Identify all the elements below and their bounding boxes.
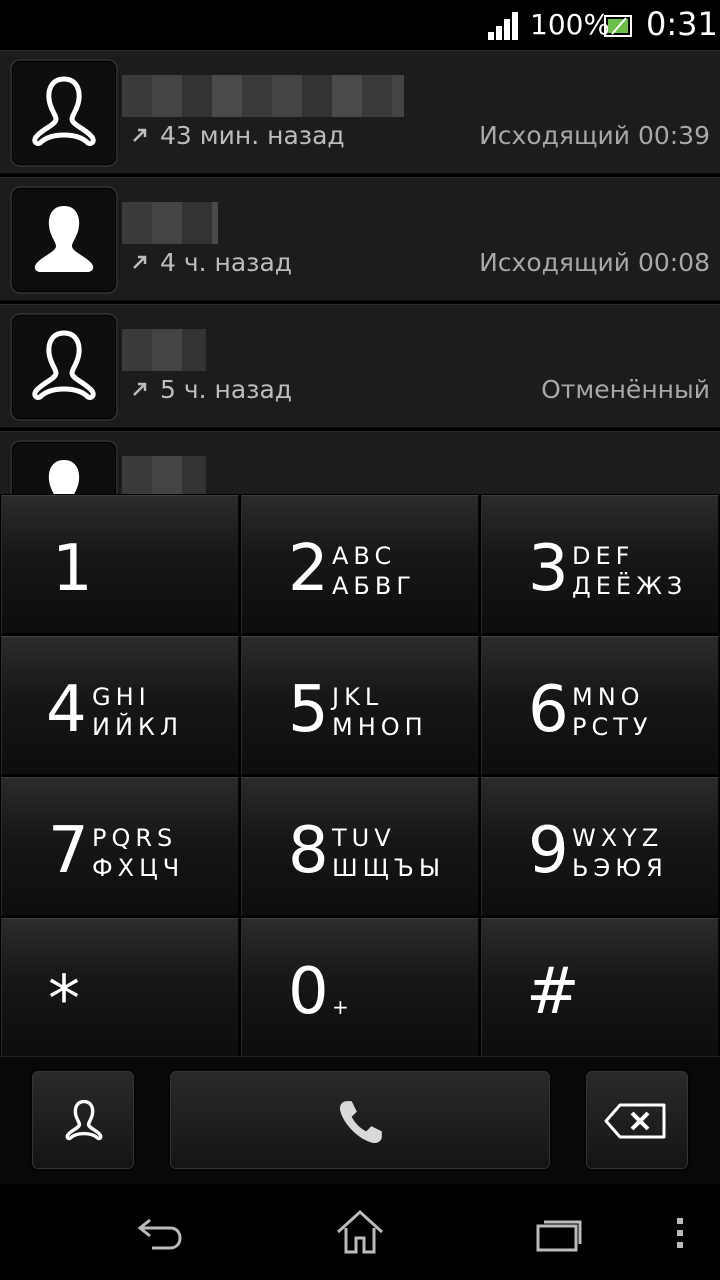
key-letters-latin: TUV <box>332 824 396 852</box>
dialpad-key-9[interactable]: 9 WXYZ ЬЭЮЯ <box>481 777 719 916</box>
key-letters-cyrillic: МНОП <box>332 713 428 741</box>
key-letters-latin: MNO <box>572 683 645 711</box>
call-time: 5 ч. назад <box>160 375 293 404</box>
key-letters-latin: GHI <box>92 683 151 711</box>
key-letters-cyrillic: ФХЦЧ <box>92 854 185 882</box>
dialpad-key-2[interactable]: 2 ABC АБВГ <box>241 495 479 634</box>
contact-name-blurred <box>122 202 218 244</box>
call-log-row[interactable]: 4 ч. назад Исходящий 00:08 <box>0 177 720 301</box>
key-letters-cyrillic: ДЕЁЖЗ <box>572 572 688 600</box>
solid-person-icon <box>48 460 80 494</box>
recent-apps-icon[interactable] <box>530 1204 590 1260</box>
status-bar: 100% 0:31 <box>0 0 720 50</box>
call-log-row[interactable] <box>0 431 720 494</box>
key-letters-cyrillic: ШЩЪЫ <box>332 854 446 882</box>
key-digit: 8 <box>288 814 329 888</box>
key-digit: 5 <box>288 673 329 747</box>
key-letters-latin: JKL <box>332 683 384 711</box>
outline-person-icon <box>32 76 96 146</box>
key-letters-cyrillic: ЬЭЮЯ <box>572 854 668 882</box>
dialpad-key-4[interactable]: 4 GHI ИЙКЛ <box>1 636 239 775</box>
key-digit: 2 <box>288 532 329 606</box>
call-log-row[interactable]: 43 мин. назад Исходящий 00:39 <box>0 50 720 174</box>
contacts-button[interactable] <box>30 1069 136 1171</box>
key-digit: 7 <box>48 814 89 888</box>
dialer-action-bar <box>0 1056 720 1184</box>
signal-strength-icon <box>488 12 518 40</box>
overflow-menu-icon[interactable] <box>660 1204 700 1260</box>
dialpad-key-3[interactable]: 3 DEF ДЕЁЖЗ <box>481 495 719 634</box>
contact-name-blurred <box>122 329 206 371</box>
dialpad: 1 2 ABC АБВГ 3 DEF ДЕЁЖЗ 4 GHI ИЙКЛ 5 JK… <box>0 494 720 1057</box>
outgoing-arrow-icon <box>133 128 147 142</box>
key-letters-latin: ABC <box>332 542 397 570</box>
clock: 0:31 <box>646 5 718 43</box>
outgoing-arrow-icon <box>133 255 147 269</box>
battery-percent: 100% <box>530 8 611 41</box>
key-digit: 4 <box>46 673 87 747</box>
key-digit: * <box>48 963 80 1037</box>
dialpad-key-5[interactable]: 5 JKL МНОП <box>241 636 479 775</box>
back-icon[interactable] <box>130 1204 190 1260</box>
key-letters-cyrillic: РСТУ <box>572 713 653 741</box>
key-letters-latin: DEF <box>572 542 635 570</box>
key-letters-latin: WXYZ <box>572 824 664 852</box>
contact-avatar[interactable] <box>10 59 118 167</box>
key-digit: 6 <box>528 673 569 747</box>
key-digit: 3 <box>528 532 569 606</box>
key-digit: 9 <box>528 814 569 888</box>
phone-handset-icon <box>339 1101 382 1144</box>
call-time: 43 мин. назад <box>160 121 345 150</box>
contact-avatar[interactable] <box>10 186 118 294</box>
contact-avatar[interactable] <box>10 313 118 421</box>
dialpad-key-star[interactable]: * <box>1 918 239 1057</box>
call-log-list[interactable]: 43 мин. назад Исходящий 00:39 4 ч. назад… <box>0 50 720 494</box>
backspace-icon <box>604 1103 666 1139</box>
person-outline-icon <box>65 1099 103 1141</box>
solid-person-icon <box>34 206 94 272</box>
key-digit: 1 <box>52 532 93 606</box>
dialpad-key-8[interactable]: 8 TUV ШЩЪЫ <box>241 777 479 916</box>
dialpad-key-6[interactable]: 6 MNO РСТУ <box>481 636 719 775</box>
key-letters-latin: PQRS <box>92 824 178 852</box>
key-letters-plus: + <box>332 995 354 1019</box>
key-digit: # <box>526 955 580 1029</box>
dialpad-key-7[interactable]: 7 PQRS ФХЦЧ <box>1 777 239 916</box>
contact-avatar[interactable] <box>10 440 118 494</box>
home-icon[interactable] <box>330 1204 390 1260</box>
call-status: Исходящий 00:39 <box>479 121 710 150</box>
contact-name-blurred <box>122 456 206 494</box>
battery-charging-icon <box>604 15 632 37</box>
key-letters-cyrillic: ИЙКЛ <box>92 713 183 741</box>
backspace-button[interactable] <box>584 1069 690 1171</box>
contact-name-blurred <box>122 75 404 117</box>
call-time: 4 ч. назад <box>160 248 293 277</box>
call-status: Исходящий 00:08 <box>479 248 710 277</box>
dialpad-key-hash[interactable]: # <box>481 918 719 1057</box>
call-status: Отменённый <box>541 375 710 404</box>
key-digit: 0 <box>288 955 329 1029</box>
dialpad-key-0[interactable]: 0 + <box>241 918 479 1057</box>
outgoing-arrow-icon <box>133 382 147 396</box>
call-log-row[interactable]: 5 ч. назад Отменённый <box>0 304 720 428</box>
dialpad-key-1[interactable]: 1 <box>1 495 239 634</box>
navigation-bar <box>0 1184 720 1280</box>
key-letters-cyrillic: АБВГ <box>332 572 416 600</box>
outline-person-icon <box>32 330 96 400</box>
call-button[interactable] <box>168 1069 552 1171</box>
